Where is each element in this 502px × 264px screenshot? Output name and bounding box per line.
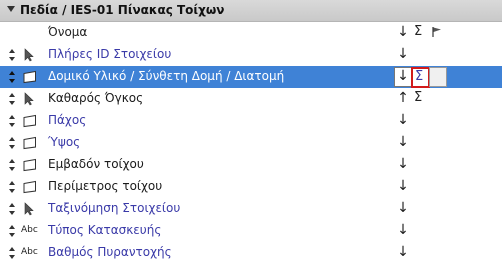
fields-panel: Πεδία / IES-01 Πίνακας Τοίχων Όνομα ↓ Σ … bbox=[0, 0, 502, 262]
field-label: Ταξινόμηση Στοιχείου bbox=[48, 201, 181, 215]
sort-indicator[interactable]: ↓ bbox=[397, 156, 409, 172]
flag-icon[interactable] bbox=[431, 26, 443, 41]
column-header-name: Όνομα bbox=[48, 25, 88, 39]
drag-handle-icon[interactable] bbox=[9, 71, 15, 83]
field-row[interactable]: Εμβαδόν τοίχου ↓ bbox=[0, 154, 502, 176]
sum-indicator: Σ bbox=[415, 69, 424, 84]
column-header-sum[interactable]: Σ bbox=[414, 24, 422, 39]
field-label: Πλήρες ID Στοιχείου bbox=[48, 47, 172, 61]
flag-toggle-box[interactable] bbox=[429, 67, 447, 87]
drag-handle-icon[interactable] bbox=[9, 203, 15, 215]
drag-handle-icon[interactable] bbox=[9, 49, 15, 61]
sort-indicator[interactable]: ↓ bbox=[397, 68, 409, 84]
box-icon bbox=[22, 70, 38, 84]
panel-title: Πεδία / IES-01 Πίνακας Τοίχων bbox=[20, 3, 225, 17]
box-icon bbox=[22, 158, 38, 172]
abc-icon: Abc bbox=[21, 225, 38, 235]
field-row[interactable]: Abc Βαθμός Πυραντοχής ↓ bbox=[0, 242, 502, 264]
field-row[interactable]: Πάχος ↓ bbox=[0, 110, 502, 132]
field-list: Όνομα ↓ Σ Πλήρες ID Στοιχείου ↓ Δομικό Υ… bbox=[0, 22, 502, 262]
sort-indicator[interactable]: ↑ bbox=[397, 90, 409, 106]
drag-handle-icon[interactable] bbox=[9, 225, 15, 237]
box-icon bbox=[22, 180, 38, 194]
drag-handle-icon[interactable] bbox=[9, 93, 15, 105]
cursor-icon bbox=[22, 48, 38, 62]
field-label: Περίμετρος τοίχου bbox=[48, 179, 163, 193]
panel-header[interactable]: Πεδία / IES-01 Πίνακας Τοίχων bbox=[0, 0, 502, 22]
field-row-selected[interactable]: Δομικό Υλικό / Σύνθετη Δομή / Διατομή ↓ … bbox=[0, 66, 502, 88]
sort-indicator[interactable]: ↓ bbox=[397, 112, 409, 128]
drag-handle-icon[interactable] bbox=[9, 115, 15, 127]
drag-handle-icon[interactable] bbox=[9, 181, 15, 193]
abc-icon: Abc bbox=[21, 247, 38, 257]
drag-handle-icon[interactable] bbox=[9, 137, 15, 149]
field-label: Τύπος Κατασκευής bbox=[48, 223, 162, 237]
sort-indicator[interactable]: ↓ bbox=[397, 244, 409, 260]
sort-indicator[interactable]: ↓ bbox=[397, 178, 409, 194]
field-row[interactable]: Ταξινόμηση Στοιχείου ↓ bbox=[0, 198, 502, 220]
sort-indicator[interactable]: ↓ bbox=[397, 46, 409, 62]
sort-indicator[interactable]: ↓ bbox=[397, 200, 409, 216]
drag-handle-icon[interactable] bbox=[9, 247, 15, 259]
field-row[interactable]: Abc Τύπος Κατασκευής ↓ bbox=[0, 220, 502, 242]
field-row[interactable]: Περίμετρος τοίχου ↓ bbox=[0, 176, 502, 198]
drag-handle-icon[interactable] bbox=[9, 159, 15, 171]
field-row[interactable]: Πλήρες ID Στοιχείου ↓ bbox=[0, 44, 502, 66]
box-icon bbox=[22, 114, 38, 128]
cursor-icon bbox=[22, 202, 38, 216]
field-label: Δομικό Υλικό / Σύνθετη Δομή / Διατομή bbox=[48, 69, 285, 83]
box-icon bbox=[22, 136, 38, 150]
column-header-row: Όνομα ↓ Σ bbox=[0, 22, 502, 44]
field-label: Καθαρός Όγκος bbox=[48, 91, 144, 105]
sum-toggle-highlighted[interactable]: Σ bbox=[411, 67, 430, 88]
column-header-sort[interactable]: ↓ bbox=[397, 24, 409, 40]
cursor-icon bbox=[22, 92, 38, 106]
sort-indicator[interactable]: ↓ bbox=[397, 222, 409, 238]
collapse-triangle-icon[interactable] bbox=[7, 6, 15, 12]
sort-indicator[interactable]: ↓ bbox=[397, 134, 409, 150]
field-row[interactable]: Ύψος ↓ bbox=[0, 132, 502, 154]
field-label: Πάχος bbox=[48, 113, 87, 127]
field-label: Εμβαδόν τοίχου bbox=[48, 157, 144, 171]
field-row[interactable]: Καθαρός Όγκος ↑ Σ bbox=[0, 88, 502, 110]
field-label: Βαθμός Πυραντοχής bbox=[48, 245, 172, 259]
field-label: Ύψος bbox=[48, 135, 81, 149]
sum-indicator[interactable]: Σ bbox=[414, 90, 422, 105]
